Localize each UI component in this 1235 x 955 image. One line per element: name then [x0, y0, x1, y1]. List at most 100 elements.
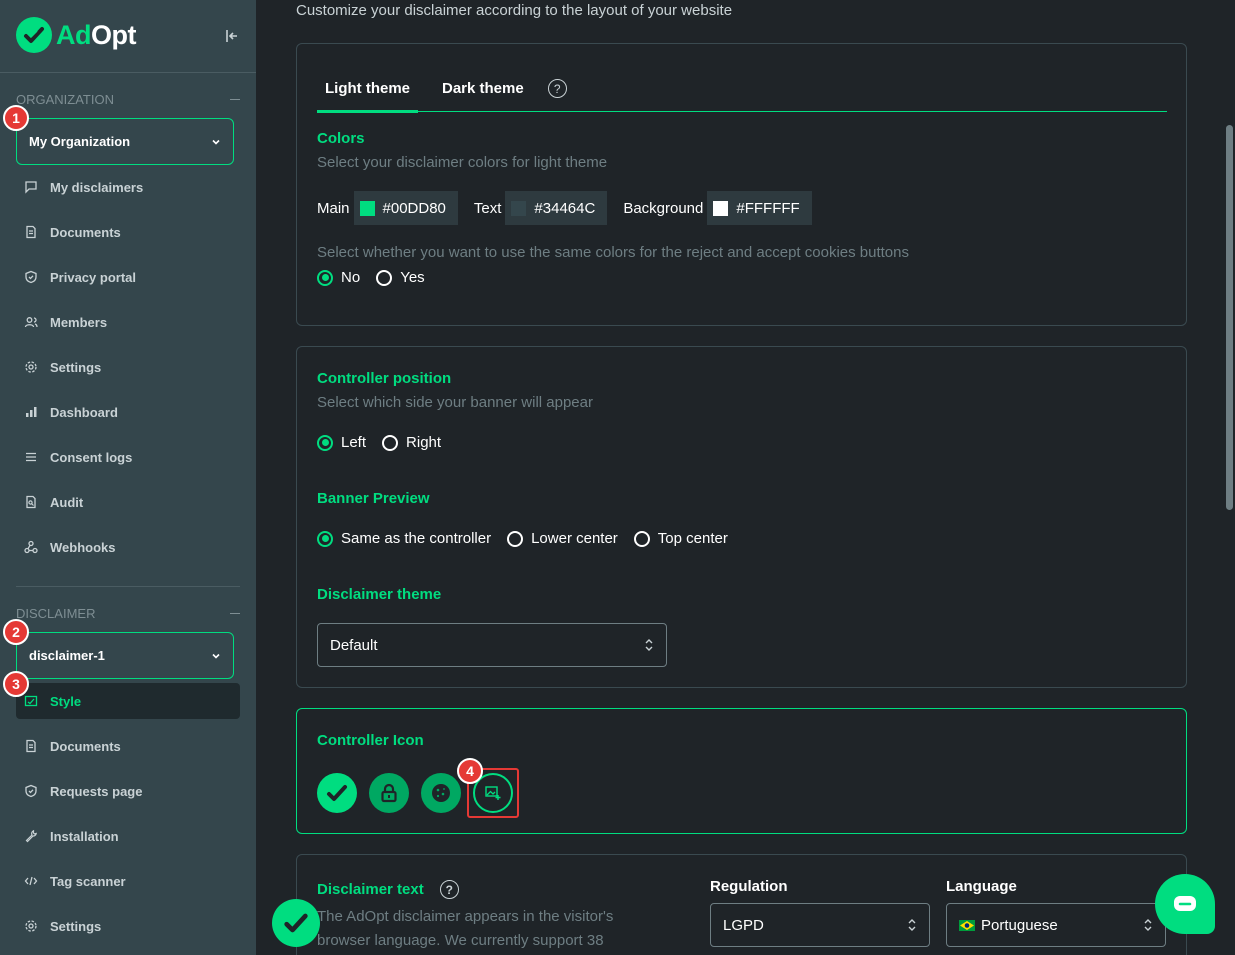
- sidebar-item-privacy-portal[interactable]: Privacy portal: [16, 259, 240, 295]
- sidebar-item-label: My disclaimers: [50, 179, 144, 195]
- chat-icon: [25, 181, 37, 194]
- theme-tabs: Light theme Dark theme ?: [317, 66, 1167, 113]
- document-icon: [26, 225, 36, 239]
- sidebar-item-label: Tag scanner: [50, 873, 126, 889]
- help-icon[interactable]: ?: [547, 79, 567, 98]
- sidebar-item-webhooks[interactable]: Webhooks: [16, 529, 240, 565]
- logo[interactable]: AdOpt: [16, 17, 137, 53]
- radio-left[interactable]: Left: [317, 434, 366, 451]
- controller-icon-adopt[interactable]: [317, 773, 357, 813]
- sidebar-item-label: Members: [50, 314, 108, 330]
- tab-dark-theme[interactable]: Dark theme: [434, 66, 532, 112]
- sidebar-item-label: Dashboard: [50, 404, 118, 420]
- main-color-value: #00DD80: [382, 199, 446, 217]
- chevron-down-icon: [212, 139, 220, 145]
- sidebar-item-installation[interactable]: Installation: [16, 818, 240, 854]
- radio-right[interactable]: Right: [382, 434, 441, 451]
- radio-dot: [382, 434, 399, 451]
- sidebar-item-style[interactable]: Style: [16, 683, 240, 719]
- sidebar-item-settings-disclaimer[interactable]: Settings: [16, 908, 240, 944]
- sidebar-item-consent-logs[interactable]: Consent logs: [16, 439, 240, 475]
- controller-position-options: Left Right: [317, 434, 457, 451]
- code-icon: [24, 876, 38, 886]
- sidebar-item-members[interactable]: Members: [16, 304, 240, 340]
- main-color-picker[interactable]: #00DD80: [353, 191, 458, 225]
- chat-bubble-icon: [1174, 896, 1196, 911]
- disclaimer-select[interactable]: disclaimer-1: [16, 632, 234, 679]
- sidebar-item-settings[interactable]: Settings: [16, 349, 240, 385]
- disclaimer-theme-select[interactable]: Default: [317, 623, 667, 667]
- radio-top-center[interactable]: Top center: [633, 530, 728, 547]
- logo-text: AdOpt: [56, 19, 137, 50]
- organization-section-header[interactable]: ORGANIZATION: [16, 92, 240, 107]
- disclaimer-section-header[interactable]: DISCLAIMER: [16, 606, 240, 621]
- sidebar-item-dashboard[interactable]: Dashboard: [16, 394, 240, 430]
- list-icon: [26, 452, 36, 462]
- gear-icon: [25, 920, 37, 932]
- gear-icon: [25, 361, 37, 373]
- regulation-select[interactable]: LGPD: [710, 903, 930, 947]
- divider: [0, 72, 256, 73]
- document-icon: [26, 739, 36, 753]
- radio-same-as-controller[interactable]: Same as the controller: [317, 530, 491, 547]
- sidebar-item-documents[interactable]: Documents: [16, 214, 240, 250]
- adopt-logo-icon: [16, 17, 52, 53]
- sidebar-item-label: Webhooks: [50, 539, 116, 555]
- radio-yes[interactable]: Yes: [376, 269, 425, 286]
- controller-icon-cookie[interactable]: [421, 773, 461, 813]
- background-color-picker[interactable]: #FFFFFF: [707, 191, 812, 225]
- disclaimer-text-description: The AdOpt disclaimer appears in the visi…: [317, 908, 614, 949]
- members-icon: [24, 317, 38, 328]
- sidebar-item-tag-scanner[interactable]: Tag scanner: [16, 863, 240, 899]
- disclaimer-select-value: disclaimer-1: [29, 648, 105, 663]
- text-color-value: #34464C: [534, 199, 596, 217]
- regulation-value: LGPD: [723, 916, 764, 934]
- section-label: ORGANIZATION: [16, 92, 114, 107]
- shield-icon: [25, 270, 37, 284]
- divider: [16, 586, 240, 587]
- language-select[interactable]: Portuguese: [946, 903, 1166, 947]
- sidebar-item-my-disclaimers[interactable]: My disclaimers: [16, 169, 240, 205]
- banner-preview-title: Banner Preview: [317, 490, 430, 507]
- chevron-down-icon: [212, 653, 220, 659]
- style-icon: [24, 695, 38, 707]
- sidebar-item-requests-page[interactable]: Requests page: [16, 773, 240, 809]
- wrench-icon: [25, 829, 37, 843]
- radio-dot: [317, 434, 333, 451]
- bar-chart-icon: [26, 407, 37, 417]
- help-icon[interactable]: ?: [439, 880, 459, 899]
- radio-dot: [376, 269, 393, 286]
- floating-consent-controller[interactable]: [272, 899, 320, 947]
- sidebar-item-documents-disclaimer[interactable]: Documents: [16, 728, 240, 764]
- section-label: DISCLAIMER: [16, 606, 96, 621]
- controller-icon-title: Controller Icon: [317, 732, 424, 749]
- sidebar-item-audit[interactable]: Audit: [16, 484, 240, 520]
- sidebar-item-label: Style: [50, 693, 82, 709]
- position-card: Controller position Select which side yo…: [296, 346, 1187, 688]
- chat-support-button[interactable]: [1155, 874, 1215, 934]
- controller-position-description: Select which side your banner will appea…: [317, 394, 593, 411]
- collapse-section-icon[interactable]: [230, 98, 240, 101]
- radio-label: Lower center: [531, 530, 618, 547]
- language-select-content: Portuguese: [959, 917, 1058, 934]
- radio-label: No: [341, 269, 361, 286]
- image-add-icon: [485, 786, 501, 800]
- scrollbar-thumb[interactable]: [1226, 125, 1233, 510]
- shield-icon: [25, 784, 37, 798]
- controller-icon-lock[interactable]: [369, 773, 409, 813]
- background-color-value: #FFFFFF: [736, 199, 800, 217]
- tab-light-theme[interactable]: Light theme: [317, 66, 418, 113]
- radio-lower-center[interactable]: Lower center: [507, 530, 618, 547]
- radio-label: Right: [406, 434, 442, 451]
- organization-select[interactable]: My Organization: [16, 118, 234, 165]
- collapse-sidebar-icon[interactable]: [222, 26, 242, 46]
- background-color-label: Background: [623, 199, 704, 217]
- text-color-picker[interactable]: #34464C: [505, 191, 608, 225]
- color-swatches: Main #00DD80 Text #34464C Background #FF…: [317, 191, 828, 225]
- language-value: Portuguese: [981, 916, 1058, 934]
- annotation-badge-1: 1: [3, 105, 29, 131]
- collapse-section-icon[interactable]: [230, 612, 240, 615]
- main-color-label: Main: [317, 199, 350, 217]
- radio-no[interactable]: No: [317, 269, 360, 286]
- same-colors-options: No Yes: [317, 269, 441, 286]
